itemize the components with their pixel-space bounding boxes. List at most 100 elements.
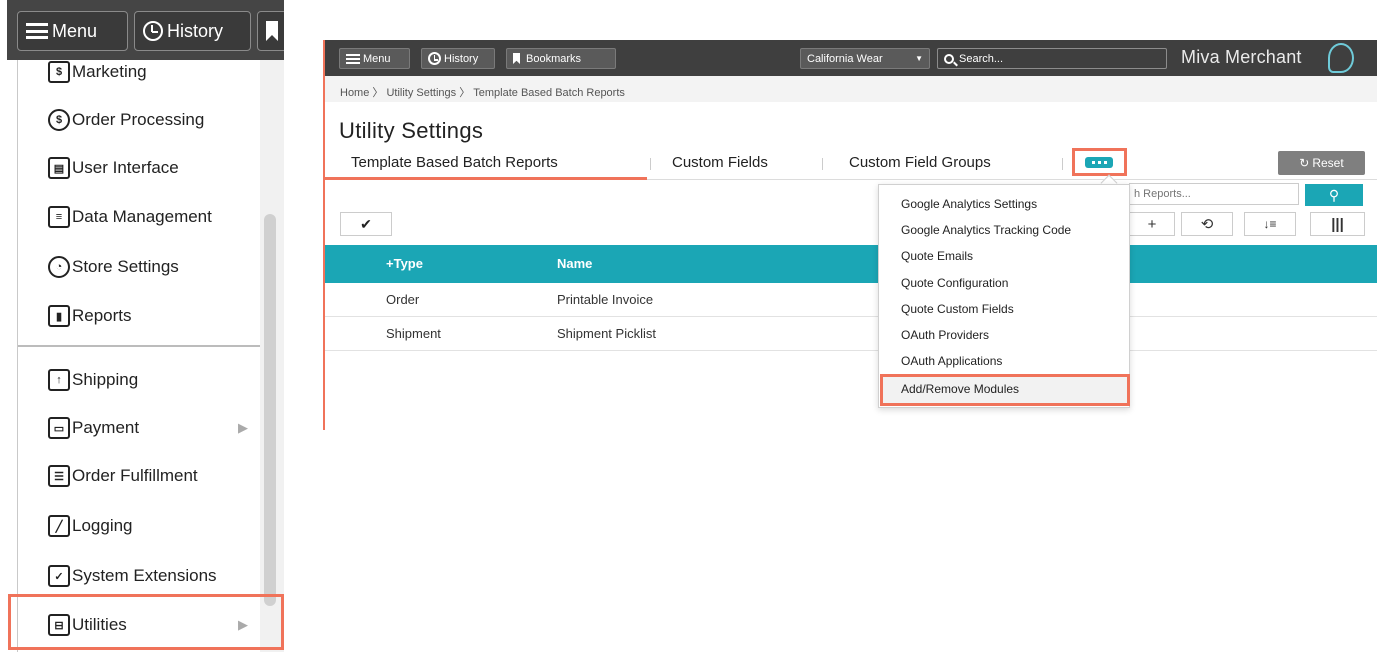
store-selector[interactable]: California Wear ▼: [800, 48, 930, 69]
sidebar-item-label: System Extensions: [72, 566, 217, 585]
database-icon: ≡: [48, 206, 70, 228]
sidebar-item-label: Logging: [72, 516, 133, 535]
menu-item-oauth-providers[interactable]: OAuth Providers: [901, 328, 989, 342]
sidebar-item-payment[interactable]: ▭ Payment ▶: [18, 409, 266, 447]
menu-item-quote-configuration[interactable]: Quote Configuration: [901, 276, 1008, 290]
tab-separator: [822, 158, 823, 170]
sidebar-item-label: Reports: [72, 306, 132, 325]
menu-item-quote-emails[interactable]: Quote Emails: [901, 249, 973, 263]
sidebar-item-logging[interactable]: ╱ Logging: [18, 507, 266, 545]
sort-button[interactable]: ↓≡: [1244, 212, 1296, 236]
sidebar-item-label: Data Management: [72, 207, 212, 226]
sidebar-item-user-interface[interactable]: ▤ User Interface: [18, 149, 266, 187]
sidebar-item-order-fulfillment[interactable]: ☰ Order Fulfillment: [18, 457, 266, 495]
box-icon: ↑: [48, 369, 70, 391]
sidebar-scrollbar-thumb[interactable]: [264, 214, 276, 606]
add-button[interactable]: +: [1129, 212, 1175, 236]
more-tabs-highlight: [1072, 148, 1127, 176]
refresh-icon: ⟲: [1200, 216, 1214, 233]
left-sidebar-panel: Menu History $ Marketing $ Order Process…: [7, 0, 284, 652]
bookmarks-button[interactable]: [257, 11, 284, 51]
menu-button[interactable]: Menu: [339, 48, 410, 69]
credit-card-icon: ▭: [48, 417, 70, 439]
sidebar-divider: [18, 345, 266, 347]
tab-separator: [650, 158, 651, 170]
sidebar-item-reports[interactable]: ▮ Reports: [18, 297, 266, 335]
admin-window: Menu History Bookmarks California Wear ▼…: [323, 40, 1377, 430]
hamburger-icon: [26, 23, 48, 39]
breadcrumb: Home 〉 Utility Settings 〉 Template Based…: [340, 87, 625, 99]
search-icon: [944, 53, 954, 64]
left-topbar: Menu History: [7, 0, 284, 60]
sidebar-item-order-processing[interactable]: $ Order Processing: [18, 101, 266, 139]
bookmarks-label: Bookmarks: [526, 52, 582, 65]
page-title: Utility Settings: [339, 118, 484, 143]
tab-custom-field-groups[interactable]: Custom Field Groups: [849, 154, 991, 171]
hamburger-icon: [346, 53, 360, 64]
store-label: California Wear: [807, 52, 883, 65]
menu-item-add-remove-modules[interactable]: Add/Remove Modules: [901, 382, 1019, 396]
tab-bar: Template Based Batch Reports Custom Fiel…: [325, 152, 1377, 180]
menu-item-google-analytics-settings[interactable]: Google Analytics Settings: [901, 197, 1037, 211]
clock-icon: [143, 21, 163, 41]
dot-icon: [1103, 161, 1107, 164]
tab-template-based-batch-reports[interactable]: Template Based Batch Reports: [351, 154, 558, 171]
cell-name: Shipment Picklist: [557, 326, 656, 341]
cell-type: Shipment: [386, 326, 441, 341]
bookmark-icon: [266, 21, 278, 41]
select-all-button[interactable]: ✔: [340, 212, 392, 236]
sidebar-item-shipping[interactable]: ↑ Shipping: [18, 361, 266, 399]
clock-icon: [428, 52, 441, 65]
menu-label: Menu: [363, 52, 391, 65]
menu-item-quote-custom-fields[interactable]: Quote Custom Fields: [901, 302, 1014, 316]
gauge-icon: ◔: [48, 256, 70, 278]
search-button[interactable]: ⚲: [1305, 184, 1363, 206]
cell-name: Printable Invoice: [557, 292, 654, 307]
columns-button[interactable]: |||: [1310, 212, 1365, 236]
sidebar-item-store-settings[interactable]: ◔ Store Settings: [18, 248, 266, 286]
sidebar-item-data-management[interactable]: ≡ Data Management: [18, 198, 266, 236]
menu-item-google-analytics-tracking-code[interactable]: Google Analytics Tracking Code: [901, 223, 1071, 237]
table-row[interactable]: Shipment Shipment Picklist: [325, 317, 1377, 351]
table-row[interactable]: Order Printable Invoice: [325, 283, 1377, 317]
columns-icon: |||: [1331, 215, 1344, 233]
history-button[interactable]: History: [421, 48, 495, 69]
sidebar-item-label: User Interface: [72, 158, 179, 177]
refresh-button[interactable]: ⟲: [1181, 212, 1233, 236]
active-tab-underline: [325, 177, 647, 180]
sidebar-item-system-extensions[interactable]: ✓ System Extensions: [18, 557, 266, 595]
global-search-input[interactable]: Search...: [937, 48, 1167, 69]
menu-button[interactable]: Menu: [17, 11, 128, 51]
sort-icon: ↓≡: [1263, 217, 1277, 231]
history-label: History: [167, 20, 224, 41]
reset-label: Reset: [1312, 156, 1344, 170]
column-header-name[interactable]: Name: [557, 256, 592, 271]
sidebar-item-label: Marketing: [72, 62, 147, 81]
search-icon: ⚲: [1328, 186, 1340, 203]
reports-search-input[interactable]: [1129, 183, 1299, 205]
menu-item-oauth-applications[interactable]: OAuth Applications: [901, 354, 1002, 368]
more-tabs-button[interactable]: [1085, 157, 1113, 168]
bookmarks-button[interactable]: Bookmarks: [506, 48, 616, 69]
sidebar-item-marketing[interactable]: $ Marketing: [18, 53, 266, 91]
sidebar-item-label: Store Settings: [72, 257, 179, 276]
brand-logo: Miva Merchant: [1181, 47, 1302, 67]
bar-chart-icon: ▮: [48, 305, 70, 327]
dollar-badge-icon: $: [48, 61, 70, 83]
column-header-type[interactable]: +Type: [386, 256, 423, 271]
checkmark-icon: ✔: [360, 215, 372, 232]
pencil-icon: ╱: [48, 515, 70, 537]
utilities-highlight-box: [8, 594, 284, 650]
dot-icon: [1097, 161, 1101, 164]
table-header: +Type Name: [325, 245, 1377, 283]
history-label: History: [444, 52, 479, 65]
chevron-down-icon: ▼: [915, 54, 923, 63]
history-button[interactable]: History: [134, 11, 251, 51]
sidebar-menu-list: $ Marketing $ Order Processing ▤ User In…: [17, 60, 266, 652]
reset-icon: ↻: [1299, 156, 1310, 170]
chevron-right-icon: ▶: [238, 420, 248, 435]
reset-button[interactable]: ↻ Reset: [1278, 151, 1365, 175]
cell-type: Order: [386, 292, 420, 307]
tab-custom-fields[interactable]: Custom Fields: [672, 154, 768, 171]
admin-topbar: Menu History Bookmarks California Wear ▼…: [325, 40, 1377, 76]
